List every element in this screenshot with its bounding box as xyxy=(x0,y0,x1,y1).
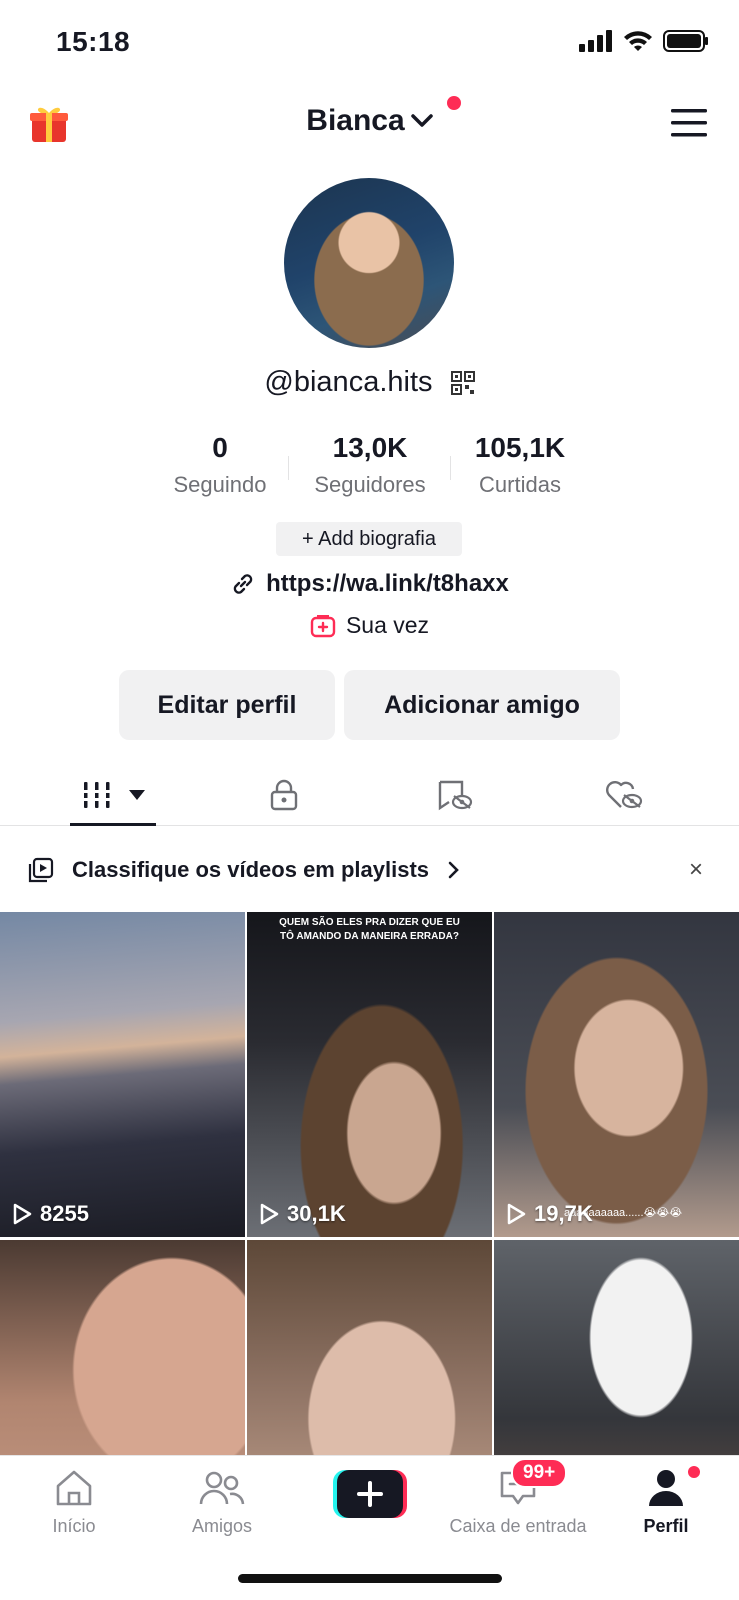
video-grid: 8255 QUEM SÃO ELES PRA DIZER QUE EU TÔ A… xyxy=(0,912,739,1455)
nav-profile-label: Perfil xyxy=(643,1516,689,1536)
sua-vez-row[interactable]: Sua vez xyxy=(0,612,739,639)
tab-private[interactable] xyxy=(234,764,334,826)
status-time: 15:18 xyxy=(56,26,131,57)
nav-friends-label: Amigos xyxy=(191,1516,253,1536)
view-count-text: 19,7K xyxy=(534,1201,593,1226)
view-count: 19,7K xyxy=(506,1201,593,1227)
nav-home[interactable]: Início xyxy=(4,1466,144,1537)
video-thumbnail[interactable]: aaaaaaaaaa......😭😭😭 19,7K xyxy=(494,912,739,1237)
home-icon xyxy=(56,1470,92,1506)
friends-icon xyxy=(199,1471,245,1505)
username-row: @bianca.hits xyxy=(0,366,739,399)
nav-friends[interactable]: Amigos xyxy=(152,1466,292,1537)
stat-label: Seguindo xyxy=(173,472,267,497)
username: @bianca.hits xyxy=(264,366,433,398)
notification-dot xyxy=(447,96,461,110)
status-icons xyxy=(579,30,709,52)
lock-icon xyxy=(270,779,298,811)
avatar[interactable] xyxy=(284,178,454,348)
close-icon[interactable]: × xyxy=(689,856,703,884)
view-count: 30,1K xyxy=(259,1201,346,1227)
nav-profile[interactable]: Perfil xyxy=(596,1466,736,1537)
caret-down-icon xyxy=(129,790,145,800)
nav-home-label: Início xyxy=(52,1516,96,1536)
stat-value: 105,1K xyxy=(474,432,566,463)
stat-likes[interactable]: 105,1K Curtidas xyxy=(445,432,595,504)
add-post-icon xyxy=(310,614,336,637)
link-icon xyxy=(233,574,253,594)
add-bio-button[interactable]: + Add biografia xyxy=(276,522,462,556)
edit-profile-button[interactable]: Editar perfil xyxy=(119,670,335,740)
video-thumbnail[interactable] xyxy=(247,1240,492,1455)
profile-stats: 0 Seguindo 13,0K Seguidores 105,1K Curti… xyxy=(145,432,595,504)
chevron-down-icon xyxy=(410,114,433,127)
tab-reposts[interactable] xyxy=(405,764,505,826)
play-icon xyxy=(13,1203,32,1225)
stat-value: 13,0K xyxy=(332,432,408,463)
video-thumbnail[interactable]: QUEM SÃO ELES PRA DIZER QUE EU TÔ AMANDO… xyxy=(247,912,492,1237)
hidden-heart-icon xyxy=(606,781,643,809)
chevron-right-icon xyxy=(448,861,459,879)
signal-icon xyxy=(579,30,612,52)
stat-label: Seguidores xyxy=(314,472,426,497)
profile-header: Bianca xyxy=(0,96,739,152)
battery-icon xyxy=(663,30,708,52)
nav-inbox-label: Caixa de entrada xyxy=(449,1516,587,1536)
inbox-badge: 99+ xyxy=(511,1458,568,1488)
add-friend-button[interactable]: Adicionar amigo xyxy=(344,670,620,740)
sua-vez-label: Sua vez xyxy=(345,612,430,638)
status-bar: 15:18 xyxy=(0,0,739,80)
profile-notification-dot xyxy=(688,1466,700,1478)
tab-videos[interactable] xyxy=(64,764,164,826)
stat-label: Curtidas xyxy=(479,472,561,497)
menu-icon[interactable] xyxy=(671,108,707,138)
play-icon xyxy=(260,1203,279,1225)
video-thumbnail[interactable]: 8255 xyxy=(0,912,245,1237)
view-count-text: 30,1K xyxy=(287,1201,346,1226)
account-switcher[interactable]: Bianca xyxy=(0,104,739,138)
profile-icon xyxy=(649,1470,683,1506)
stat-following[interactable]: 0 Seguindo xyxy=(145,432,295,504)
stat-followers[interactable]: 13,0K Seguidores xyxy=(295,432,445,504)
create-post-button[interactable] xyxy=(333,1470,407,1518)
playlist-icon xyxy=(28,857,54,883)
profile-link-text: https://wa.link/t8haxx xyxy=(266,570,509,597)
video-thumbnail[interactable] xyxy=(0,1240,245,1455)
video-caption: QUEM SÃO ELES PRA DIZER QUE EU TÔ AMANDO… xyxy=(279,917,460,942)
content-tabs xyxy=(0,764,739,826)
view-count: 8255 xyxy=(12,1201,89,1227)
profile-link[interactable]: https://wa.link/t8haxx xyxy=(0,570,739,598)
view-count-text: 8255 xyxy=(40,1201,89,1226)
stat-divider xyxy=(450,456,451,480)
hidden-bookmark-icon xyxy=(438,780,473,811)
qr-code-icon[interactable] xyxy=(450,371,475,396)
stat-value: 0 xyxy=(212,432,228,463)
profile-name: Bianca xyxy=(306,104,405,137)
tab-liked[interactable] xyxy=(574,764,674,826)
playlist-banner-text: Classifique os vídeos em playlists xyxy=(72,857,430,882)
stat-divider xyxy=(288,456,289,480)
tab-active-indicator xyxy=(70,823,156,826)
wifi-icon xyxy=(624,31,652,51)
grid-icon xyxy=(82,782,112,808)
video-thumbnail[interactable] xyxy=(494,1240,739,1455)
home-indicator xyxy=(238,1574,502,1583)
play-icon xyxy=(507,1203,526,1225)
playlist-banner[interactable]: Classifique os vídeos em playlists × xyxy=(0,836,739,904)
